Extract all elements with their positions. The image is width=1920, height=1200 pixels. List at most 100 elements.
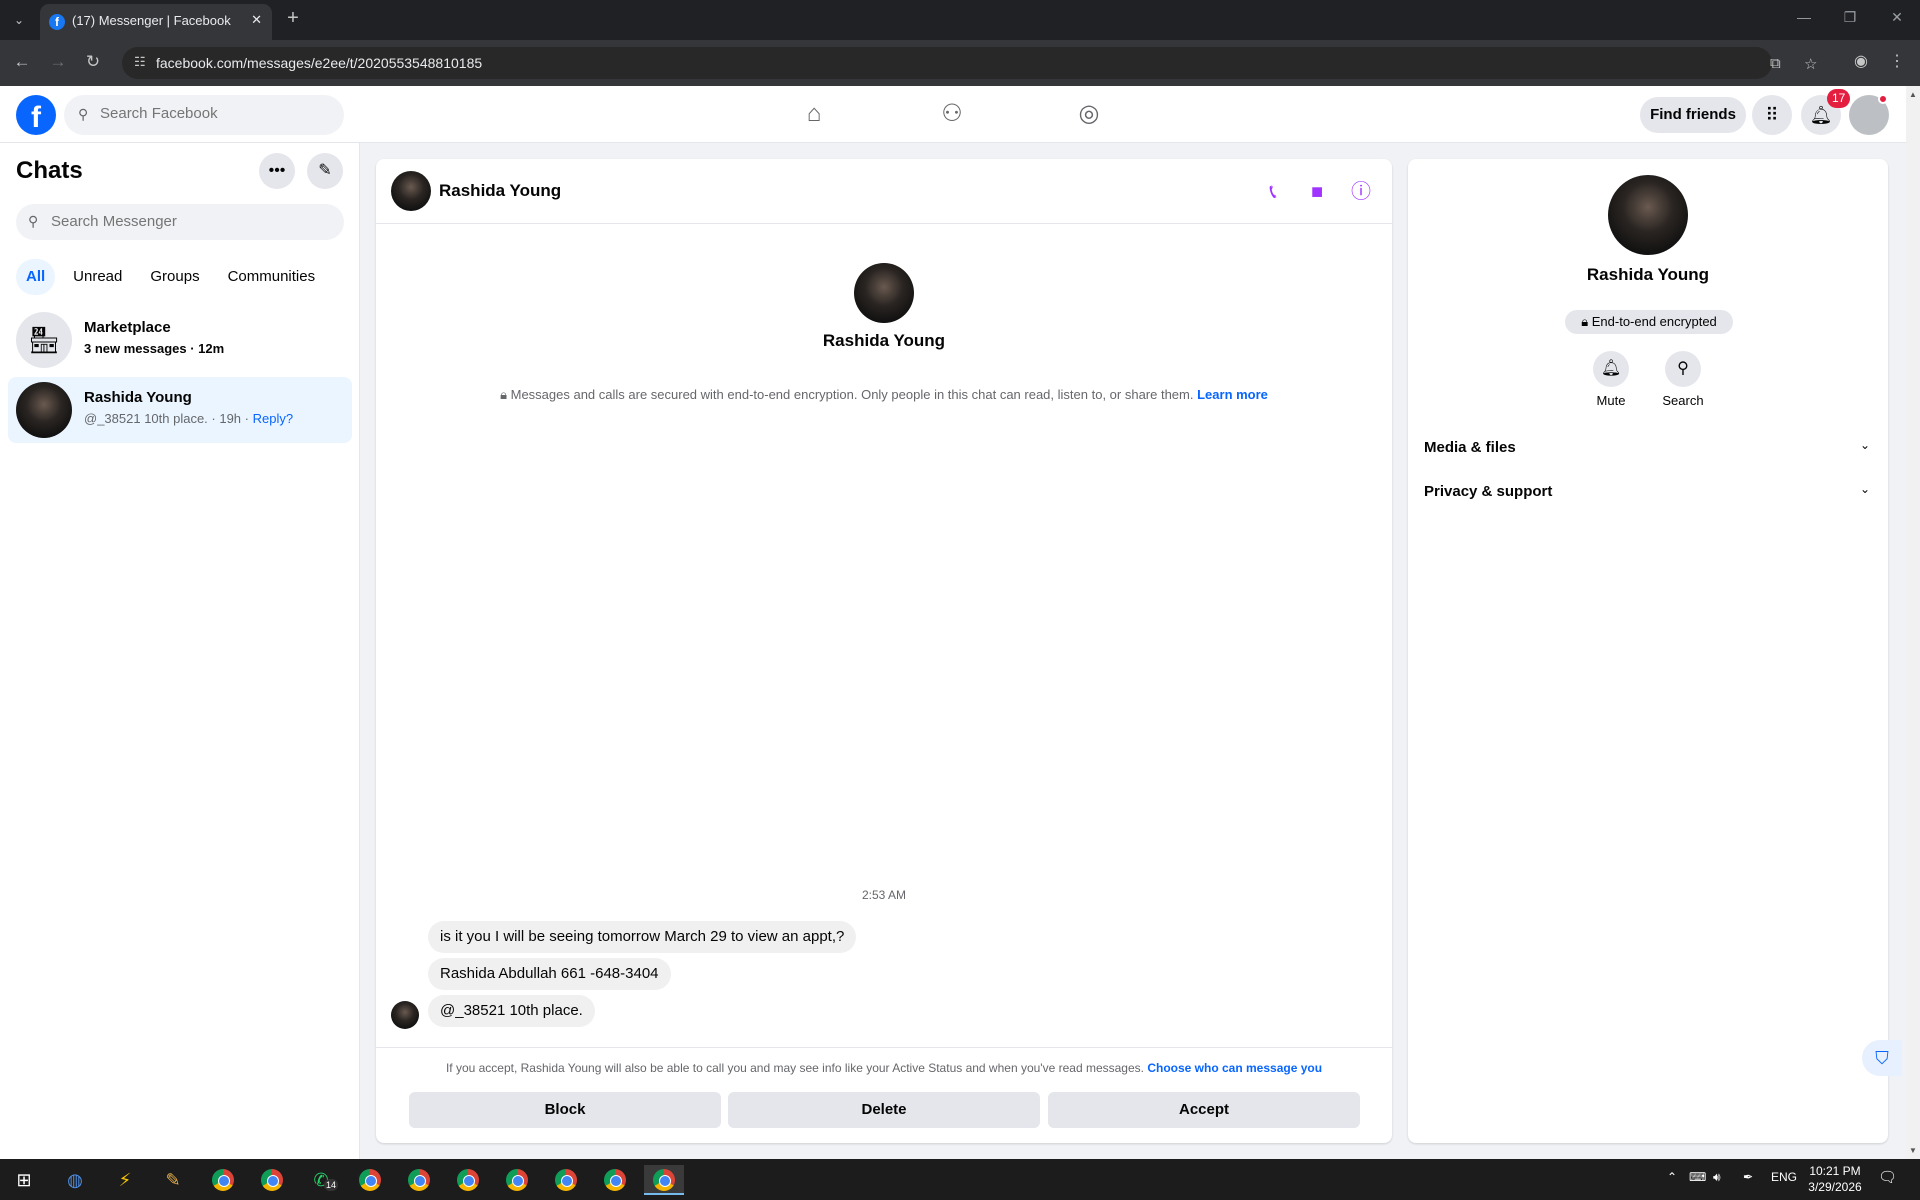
- language-indicator[interactable]: ENG: [1771, 1170, 1797, 1184]
- avatar: [854, 263, 914, 323]
- filter-all[interactable]: All: [16, 259, 56, 295]
- browser-tab-bar: ⌄ f (17) Messenger | Facebook ✕ + — ❐ ✕: [0, 0, 1920, 40]
- pen-icon[interactable]: ✒: [1743, 1170, 1753, 1184]
- search-label: Search: [1662, 393, 1704, 408]
- delete-button[interactable]: Delete: [728, 1092, 1040, 1128]
- new-tab-icon[interactable]: +: [281, 7, 305, 30]
- scanner-app-icon[interactable]: ✎: [158, 1165, 188, 1195]
- menu-kebab-icon[interactable]: ⋮: [1886, 51, 1908, 71]
- tab-list-icon[interactable]: ⌄: [8, 10, 30, 30]
- network-icon[interactable]: ⌨: [1689, 1170, 1706, 1184]
- filter-communities[interactable]: Communities: [218, 259, 326, 295]
- whatsapp-icon[interactable]: ✆ 14: [306, 1165, 339, 1195]
- chrome-icon[interactable]: [257, 1165, 287, 1195]
- home-icon[interactable]: ⌂: [794, 96, 834, 132]
- e2ee-badge[interactable]: 🔒︎ End-to-end encrypted: [1565, 310, 1733, 334]
- bookmark-star-icon[interactable]: ☆: [1804, 55, 1817, 73]
- accept-button[interactable]: Accept: [1048, 1092, 1360, 1128]
- volume-icon[interactable]: 🔊︎: [1713, 1170, 1721, 1185]
- chat-item-marketplace[interactable]: 🏪︎ Marketplace 3 new messages · 12m: [8, 307, 352, 373]
- restore-icon[interactable]: ❐: [1835, 9, 1865, 26]
- filter-unread[interactable]: Unread: [63, 259, 132, 295]
- facebook-search[interactable]: ⚲: [64, 95, 344, 135]
- chrome-icon[interactable]: [551, 1165, 581, 1195]
- learn-more-link[interactable]: Learn more: [1197, 387, 1268, 402]
- clock-time: 10:21 PM: [1809, 1164, 1861, 1178]
- back-icon[interactable]: ←: [11, 52, 33, 72]
- chevron-down-icon: ⌄: [1859, 438, 1870, 452]
- contact-name[interactable]: Rashida Young: [439, 181, 561, 201]
- chrome-icon[interactable]: [502, 1165, 532, 1195]
- block-button[interactable]: Block: [409, 1092, 721, 1128]
- whatsapp-badge: 14: [324, 1179, 339, 1191]
- browser-tab[interactable]: f (17) Messenger | Facebook ✕: [40, 4, 272, 40]
- site-info-icon[interactable]: ☷: [134, 54, 146, 70]
- menu-grid-icon[interactable]: ⠿: [1752, 95, 1792, 135]
- privacy-support-section[interactable]: Privacy & support ⌄: [1416, 472, 1880, 512]
- facebook-search-input[interactable]: [100, 105, 330, 122]
- search-icon: ⚲: [78, 106, 89, 122]
- choose-who-can-message-link[interactable]: Choose who can message you: [1147, 1061, 1322, 1075]
- chat-name: Marketplace: [84, 319, 171, 336]
- chrome-icon[interactable]: [644, 1165, 684, 1195]
- encryption-notice: 🔒︎ Messages and calls are secured with e…: [376, 387, 1392, 403]
- url-text[interactable]: facebook.com/messages/e2ee/t/20205535488…: [156, 55, 482, 71]
- security-shield-icon[interactable]: ⛉: [1862, 1040, 1902, 1076]
- new-message-icon[interactable]: ✎: [307, 153, 343, 189]
- security-app-icon[interactable]: ◍: [60, 1165, 90, 1195]
- tab-title: (17) Messenger | Facebook: [72, 13, 231, 28]
- page-scrollbar[interactable]: ▲ ▼: [1906, 86, 1920, 1159]
- install-app-icon[interactable]: ⧉: [1770, 55, 1781, 72]
- message-bubble[interactable]: is it you I will be seeing tomorrow Marc…: [428, 921, 857, 953]
- chat-name: Rashida Young: [84, 389, 192, 406]
- voice-call-icon[interactable]: 📞︎: [1259, 178, 1287, 206]
- reply-link[interactable]: Reply?: [253, 411, 293, 426]
- close-window-icon[interactable]: ✕: [1882, 9, 1912, 26]
- message-bubble[interactable]: @_38521 10th place.: [428, 995, 595, 1027]
- minimize-icon[interactable]: —: [1789, 9, 1819, 25]
- lightning-app-icon[interactable]: ⚡︎: [110, 1165, 140, 1195]
- chat-item-rashida-young[interactable]: Rashida Young @_38521 10th place. · 19h …: [8, 377, 352, 443]
- friends-icon[interactable]: ⚇: [932, 96, 972, 132]
- tray-expand-icon[interactable]: ⌃: [1667, 1170, 1677, 1184]
- search-in-conversation-button[interactable]: ⚲ Search: [1653, 351, 1713, 408]
- contact-info-panel: Rashida Young 🔒︎ End-to-end encrypted 🔔︎…: [1408, 159, 1888, 1143]
- notification-badge: 17: [1827, 89, 1851, 108]
- avatar[interactable]: [1608, 175, 1688, 255]
- windows-taskbar: ⊞ ◍ ⚡︎ ✎ ✆ 14 ⌃ ⌨ 🔊︎ ✒ ENG 10:21 PM 3/29/…: [0, 1159, 1920, 1200]
- avatar[interactable]: [391, 171, 431, 211]
- more-options-icon[interactable]: •••: [259, 153, 295, 189]
- filter-groups[interactable]: Groups: [140, 259, 209, 295]
- scroll-down-icon[interactable]: ▼: [1909, 1146, 1917, 1155]
- close-tab-icon[interactable]: ✕: [251, 12, 262, 28]
- chrome-icon[interactable]: [355, 1165, 385, 1195]
- video-call-icon[interactable]: ■: [1303, 178, 1331, 206]
- notification-center-icon[interactable]: 🗨︎: [1878, 1168, 1897, 1186]
- chat-preview-text: @_38521 10th place. · 19h ·: [84, 411, 253, 426]
- messenger-search-input[interactable]: [51, 213, 331, 230]
- find-friends-button[interactable]: Find friends: [1640, 97, 1746, 133]
- conversation-info-icon[interactable]: ⓘ: [1347, 178, 1375, 206]
- groups-icon[interactable]: ◎: [1069, 96, 1109, 132]
- facebook-logo-icon[interactable]: f: [16, 95, 56, 135]
- forward-icon[interactable]: →: [47, 52, 69, 72]
- reload-icon[interactable]: ↻: [82, 52, 104, 72]
- mute-button[interactable]: 🔔︎ Mute: [1581, 351, 1641, 408]
- windows-start-icon[interactable]: ⊞: [9, 1165, 39, 1195]
- chrome-icon[interactable]: [600, 1165, 630, 1195]
- omnibox[interactable]: ☷ facebook.com/messages/e2ee/t/202055354…: [122, 47, 1817, 79]
- system-clock[interactable]: 10:21 PM 3/29/2026: [1800, 1163, 1870, 1195]
- chrome-icon[interactable]: [453, 1165, 483, 1195]
- info-contact-name: Rashida Young: [1586, 265, 1710, 284]
- chrome-icon[interactable]: [404, 1165, 434, 1195]
- request-notice-text: If you accept, Rashida Young will also b…: [445, 1061, 1144, 1075]
- account-alert-dot: [1878, 94, 1888, 104]
- search-icon: ⚲: [28, 213, 39, 229]
- chat-filters: All Unread Groups Communities: [16, 259, 325, 295]
- media-files-section[interactable]: Media & files ⌄: [1416, 428, 1880, 468]
- scroll-up-icon[interactable]: ▲: [1909, 90, 1917, 99]
- chrome-icon[interactable]: [208, 1165, 238, 1195]
- message-bubble[interactable]: Rashida Abdullah 661 -648-3404: [428, 958, 671, 990]
- messenger-search[interactable]: ⚲: [16, 204, 344, 240]
- profile-icon[interactable]: ◉: [1850, 51, 1872, 71]
